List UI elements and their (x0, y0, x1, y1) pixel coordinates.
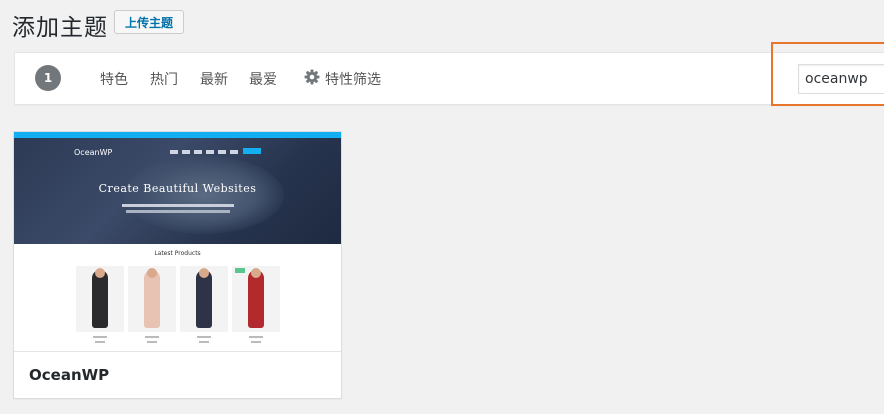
screenshot-section-title: Latest Products (154, 250, 201, 257)
gear-icon[interactable] (304, 69, 320, 85)
sale-badge (235, 268, 245, 273)
product-thumb (76, 266, 124, 332)
filter-latest[interactable]: 最新 (200, 69, 228, 89)
screenshot-logo: OceanWP (74, 148, 113, 157)
theme-card[interactable]: OceanWP Create Beautiful Websites Latest… (13, 131, 342, 399)
feature-filter-link[interactable]: 特性筛选 (325, 69, 381, 89)
filter-popular[interactable]: 热门 (150, 69, 178, 89)
product-price (199, 341, 209, 343)
product-price (147, 341, 157, 343)
theme-screenshot[interactable]: OceanWP Create Beautiful Websites Latest… (14, 132, 341, 351)
product-price (251, 341, 261, 343)
product-price (95, 341, 105, 343)
product-thumb (180, 266, 228, 332)
product-caption (197, 336, 211, 338)
filter-featured[interactable]: 特色 (100, 69, 128, 89)
theme-name: OceanWP (29, 366, 110, 384)
screenshot-nav-button (243, 148, 261, 154)
screenshot-nav (170, 150, 240, 154)
product-thumb (232, 266, 280, 332)
product-caption (93, 336, 107, 338)
search-input[interactable] (798, 64, 884, 94)
upload-theme-button[interactable]: 上传主题 (114, 10, 184, 34)
filter-bar: 1 特色 热门 最新 最爱 特性筛选 (14, 52, 884, 105)
turtle-image (124, 156, 284, 234)
theme-card-footer: OceanWP (14, 351, 341, 398)
product-caption (249, 336, 263, 338)
screenshot-subtext (122, 204, 234, 207)
product-caption (145, 336, 159, 338)
theme-count-badge: 1 (35, 65, 61, 91)
screenshot-hero: OceanWP Create Beautiful Websites (14, 138, 341, 244)
filter-favorites[interactable]: 最爱 (249, 69, 277, 89)
screenshot-headline: Create Beautiful Websites (98, 182, 257, 195)
screenshot-subtext (126, 210, 230, 213)
page-title: 添加主题 (12, 15, 108, 41)
product-thumb (128, 266, 176, 332)
